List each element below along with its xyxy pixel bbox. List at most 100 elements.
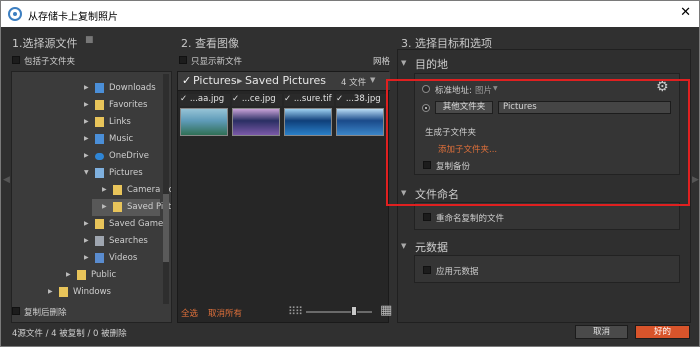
thumbnail-filename[interactable]: ✓ ...aa.jpg [180, 94, 230, 106]
expand-down-icon[interactable]: ▼ [84, 169, 89, 176]
tree-item[interactable]: ▶ OneDrive [12, 148, 164, 165]
thumbnail-image[interactable] [284, 108, 332, 136]
tree-item[interactable]: ▶Camera Roll [12, 182, 171, 199]
destination-title: 目的地 [415, 58, 448, 71]
metadata-section-header[interactable]: ▼ 元数据 [399, 237, 687, 257]
tree-item[interactable]: ▶Saved Pict... [92, 199, 171, 216]
thumbnail-check-icon[interactable]: ✓ [180, 94, 190, 104]
tree-item-label: Public [91, 270, 117, 280]
zoom-slider-thumb[interactable] [351, 306, 357, 316]
breadcrumb-saved-pictures[interactable]: Saved Pictures [245, 74, 326, 87]
folder-icon [113, 185, 122, 195]
expand-right-icon[interactable]: ▶ [102, 186, 107, 193]
folder-icon [95, 134, 104, 144]
folder-icon [95, 83, 104, 93]
expand-right-icon[interactable]: ▶ [84, 101, 89, 108]
tree-scrollbar-thumb[interactable] [163, 194, 169, 262]
expand-right-icon[interactable]: ▶ [84, 135, 89, 142]
tree-item[interactable]: ▶ Music [12, 131, 164, 148]
cancel-button[interactable]: 取消 [575, 325, 628, 339]
expand-right-icon[interactable]: ▶ [84, 220, 89, 227]
destination-section-header[interactable]: ▼ 目的地 [399, 54, 687, 74]
folder-icon [113, 202, 122, 212]
rename-copied-checkbox[interactable] [423, 213, 431, 221]
expand-right-icon[interactable]: ▶ [84, 152, 89, 159]
apply-metadata-checkbox[interactable] [423, 266, 431, 274]
file-count: 4 文件 [341, 78, 367, 88]
collapse-triangle-icon[interactable]: ▼ [401, 59, 406, 67]
source-header: 1.选择源文件 [12, 37, 78, 50]
path-check-icon[interactable]: ✓ [182, 74, 191, 87]
folder-icon [95, 153, 104, 160]
naming-box: 重命名复制的文件 [414, 202, 680, 230]
include-subfolders-label: 包括子文件夹 [24, 57, 76, 67]
tree-item[interactable]: ▶ Windows [12, 284, 164, 301]
folder-icon [59, 287, 68, 297]
expand-right-icon[interactable]: ▶ [102, 203, 107, 210]
tree-item[interactable]: ▼ Pictures [12, 165, 164, 182]
close-icon[interactable]: ✕ [680, 5, 691, 20]
highlight-annotation [386, 79, 690, 206]
thumbnail-image[interactable] [232, 108, 280, 136]
thumbnail-image[interactable] [180, 108, 228, 136]
title-bar: 从存储卡上复制照片 ✕ [0, 0, 700, 27]
folder-icon [95, 168, 104, 178]
large-grid-icon[interactable]: ▦ [380, 303, 392, 318]
collapse-triangle-icon[interactable]: ▼ [401, 242, 406, 250]
expand-right-icon[interactable]: ▶ [48, 288, 53, 295]
folder-icon [95, 117, 104, 127]
thumbnail-filename[interactable]: ✓ ...sure.tif [284, 94, 334, 106]
folder-icon [95, 253, 104, 263]
grid-label[interactable]: 网格 [373, 55, 390, 67]
tree-item-label: OneDrive [109, 151, 149, 161]
expand-right-icon[interactable]: ▶ [84, 237, 89, 244]
thumbnail-check-icon[interactable]: ✓ [284, 94, 294, 104]
tree-item[interactable]: ▶ Links [12, 114, 164, 131]
tree-scrollbar[interactable] [163, 74, 169, 304]
folder-tree[interactable]: ▶ Downloads ▶ Favorites ▶ Links ▶ Music ▶ OneDriv… [11, 71, 172, 323]
collapse-right-icon[interactable]: ▶ [692, 175, 699, 191]
expand-right-icon[interactable]: ▶ [66, 271, 71, 278]
window-title: 从存储卡上复制照片 [28, 12, 118, 23]
tree-item-label: Music [109, 134, 134, 144]
include-subfolders-checkbox[interactable] [12, 56, 20, 64]
ok-button[interactable]: 好的 [635, 325, 690, 339]
small-grid-icon[interactable]: ⠿⠿ [288, 305, 303, 318]
folder-icon [95, 100, 104, 110]
metadata-title: 元数据 [415, 241, 448, 254]
thumbnail-name: ...sure.tif [293, 94, 332, 104]
delete-after-copy-label: 复制后删除 [24, 308, 67, 318]
thumbnail-name: ...ce.jpg [241, 94, 276, 104]
preview-path-bar: ✓ Pictures ▶ Saved Pictures 4 文件 ▼ [178, 72, 390, 91]
show-new-only-checkbox[interactable] [179, 56, 187, 64]
collapse-left-icon[interactable]: ◀ [3, 175, 10, 191]
breadcrumb-pictures[interactable]: Pictures [193, 74, 237, 87]
select-all-link[interactable]: 全选 [181, 307, 198, 319]
tree-item[interactable]: ▶ Videos [12, 250, 164, 267]
menu-icon[interactable]: ■ [85, 35, 94, 45]
tree-item-label: Downloads [109, 83, 156, 93]
tree-item[interactable]: ▶ Searches [12, 233, 164, 250]
tree-item[interactable]: ▶ Favorites [12, 97, 164, 114]
zoom-slider-track[interactable] [306, 311, 372, 313]
expand-right-icon[interactable]: ▶ [84, 118, 89, 125]
chevron-down-icon[interactable]: ▼ [370, 76, 375, 84]
app-logo-icon [8, 7, 22, 21]
deselect-all-link[interactable]: 取消所有 [208, 307, 242, 319]
thumbnail-check-icon[interactable]: ✓ [232, 94, 242, 104]
expand-right-icon[interactable]: ▶ [84, 254, 89, 261]
tree-item[interactable]: ▶ Saved Games [12, 216, 168, 233]
thumbnail-filename[interactable]: ✓ ...38.jpg [336, 94, 386, 106]
expand-right-icon[interactable]: ▶ [84, 84, 89, 91]
tree-item-label: Pictures [109, 168, 143, 178]
thumbnail-name: ...38.jpg [345, 94, 381, 104]
tree-item-label: Saved Games [109, 219, 168, 229]
thumbnail-filename[interactable]: ✓ ...ce.jpg [232, 94, 282, 106]
thumbnail-check-icon[interactable]: ✓ [336, 94, 346, 104]
tree-item[interactable]: ▶ Public [12, 267, 164, 284]
tree-item[interactable]: ▶ Downloads [12, 80, 164, 97]
tree-item-label: Links [109, 117, 131, 127]
apply-metadata-label: 应用元数据 [436, 267, 479, 277]
thumbnail-image[interactable] [336, 108, 384, 136]
delete-after-copy-checkbox[interactable] [12, 307, 20, 315]
